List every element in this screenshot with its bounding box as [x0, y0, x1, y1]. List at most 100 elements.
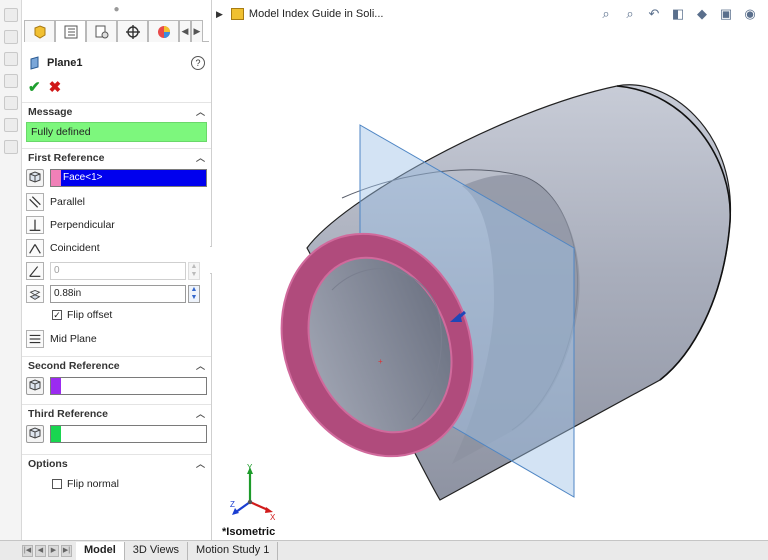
message-box: Fully defined	[26, 122, 207, 142]
sketch-tool-icon[interactable]	[4, 118, 18, 132]
prev-tab-arrow[interactable]: ◀	[35, 544, 46, 557]
mid-plane-icon	[26, 329, 44, 348]
coincident-option[interactable]: Coincident	[22, 236, 211, 259]
angle-icon	[26, 261, 44, 280]
offset-distance-icon	[26, 284, 44, 303]
reference-triad: Y X Z	[230, 463, 276, 522]
bottom-tab-bar: |◀ ◀ ▶ ▶| Model 3D Views Motion Study 1	[0, 540, 768, 560]
last-tab-arrow[interactable]: ▶|	[61, 544, 72, 557]
cube-icon	[29, 427, 41, 439]
view-orientation-label: *Isometric	[222, 526, 276, 538]
previous-view-icon[interactable]: ↶	[646, 6, 662, 22]
feature-manager-tab[interactable]	[24, 20, 55, 42]
second-reference-value	[61, 378, 206, 394]
part-document-icon	[230, 8, 244, 20]
configuration-manager-tab[interactable]	[86, 20, 117, 42]
confirm-row: ✔ ✖	[22, 76, 211, 98]
flip-normal-row[interactable]: Flip normal	[22, 474, 211, 494]
sketch-tool-icon[interactable]	[4, 74, 18, 88]
sketch-tool-icon[interactable]	[4, 30, 18, 44]
tree-expand-arrow[interactable]: ▶	[216, 9, 223, 20]
left-command-strip	[0, 0, 22, 540]
third-reference-header[interactable]: Third Reference ︿	[22, 404, 211, 422]
second-reference-field[interactable]	[50, 377, 207, 395]
message-group-header[interactable]: Message ︿	[22, 102, 211, 120]
third-reference-field[interactable]	[50, 425, 207, 443]
first-reference-label: First Reference	[28, 151, 105, 164]
flip-offset-checkbox[interactable]: ✓	[52, 310, 62, 320]
first-reference-selection-row: Face<1>	[22, 166, 211, 190]
feature-title-row: Plane1 ?	[22, 50, 211, 76]
first-reference-header[interactable]: First Reference ︿	[22, 148, 211, 166]
tab-nav-arrows: |◀ ◀ ▶ ▶|	[22, 544, 72, 557]
origin-marker: +	[378, 357, 383, 366]
tab-3d-views[interactable]: 3D Views	[125, 541, 189, 560]
property-manager-tab[interactable]	[55, 20, 86, 42]
second-reference-selection-row	[22, 374, 211, 398]
zoom-to-area-icon[interactable]: ⌕	[622, 6, 638, 22]
feature-title: Plane1	[47, 57, 83, 69]
configuration-manager-icon	[95, 25, 108, 38]
tab-scroll-right[interactable]: ▶	[191, 20, 203, 42]
parallel-icon	[26, 192, 44, 211]
parallel-label: Parallel	[50, 195, 86, 208]
next-tab-arrow[interactable]: ▶	[48, 544, 59, 557]
cancel-x-icon[interactable]: ✖	[49, 78, 62, 96]
offset-row: 0.88in ▲ ▼	[22, 282, 211, 305]
tab-model[interactable]: Model	[76, 541, 125, 560]
options-header[interactable]: Options ︿	[22, 454, 211, 472]
sketch-tool-icon[interactable]	[4, 52, 18, 66]
mid-plane-option[interactable]: Mid Plane	[22, 327, 211, 350]
sketch-tool-icon[interactable]	[4, 96, 18, 110]
help-icon[interactable]: ?	[191, 56, 205, 70]
first-reference-value: Face<1>	[61, 170, 206, 186]
second-reference-header[interactable]: Second Reference ︿	[22, 356, 211, 374]
display-style-icon[interactable]: ▣	[718, 6, 734, 22]
collapse-chevron-icon[interactable]: ︿	[196, 359, 205, 372]
flip-normal-checkbox[interactable]	[52, 479, 62, 489]
offset-spinner[interactable]: ▲ ▼	[188, 284, 200, 303]
angle-row: 0 ▲ ▼	[22, 259, 211, 282]
first-tab-arrow[interactable]: |◀	[22, 544, 33, 557]
graphics-area[interactable]: + ▶ Model Index Guide in Soli... ⌕ ⌕ ↶ ◧…	[212, 0, 768, 540]
first-reference-field[interactable]: Face<1>	[50, 169, 207, 187]
first-reference-swatch	[51, 170, 61, 186]
collapse-chevron-icon[interactable]: ︿	[196, 457, 205, 470]
offset-distance-input[interactable]: 0.88in	[50, 284, 186, 303]
message-group-label: Message	[28, 105, 73, 118]
collapse-chevron-icon[interactable]: ︿	[196, 151, 205, 164]
ok-check-icon[interactable]: ✔	[28, 78, 41, 96]
document-title[interactable]: Model Index Guide in Soli...	[249, 8, 384, 20]
flip-offset-row[interactable]: ✓ Flip offset	[22, 305, 211, 325]
color-wheel-icon	[157, 25, 170, 38]
hide-show-items-icon[interactable]: ◉	[742, 6, 758, 22]
tab-motion-study-1[interactable]: Motion Study 1	[188, 541, 279, 560]
coincident-icon	[26, 238, 44, 257]
third-reference-label: Third Reference	[28, 407, 108, 420]
second-reference-label: Second Reference	[28, 359, 120, 372]
third-reference-swatch	[51, 426, 61, 442]
perpendicular-option[interactable]: Perpendicular	[22, 213, 211, 236]
angle-spinner[interactable]: ▲ ▼	[188, 261, 200, 280]
sketch-tool-icon[interactable]	[4, 140, 18, 154]
collapse-chevron-icon[interactable]: ︿	[196, 407, 205, 420]
solidworks-window: ● ◀ ▶ Plane1 ? ✔ ✖ Message ︿ Fully defin…	[0, 0, 768, 560]
angle-input[interactable]: 0	[50, 261, 186, 280]
options-label: Options	[28, 457, 68, 470]
panel-grip[interactable]: ●	[22, 0, 211, 20]
collapse-chevron-icon[interactable]: ︿	[196, 105, 205, 118]
zoom-to-fit-icon[interactable]: ⌕	[598, 6, 614, 22]
tab-scroll-left[interactable]: ◀	[179, 20, 191, 42]
view-orientation-icon[interactable]: ◆	[694, 6, 710, 22]
model-viewport[interactable]: +	[212, 0, 768, 540]
perpendicular-icon	[26, 215, 44, 234]
face-selection-icon	[26, 425, 44, 443]
sketch-tool-icon[interactable]	[4, 8, 18, 22]
section-view-icon[interactable]: ◧	[670, 6, 686, 22]
flip-normal-label: Flip normal	[67, 478, 119, 490]
display-manager-tab[interactable]	[148, 20, 179, 42]
dimxpert-manager-tab[interactable]	[117, 20, 148, 42]
parallel-option[interactable]: Parallel	[22, 190, 211, 213]
triad-y-label: Y	[247, 463, 253, 472]
triad-x-label: X	[270, 513, 276, 522]
